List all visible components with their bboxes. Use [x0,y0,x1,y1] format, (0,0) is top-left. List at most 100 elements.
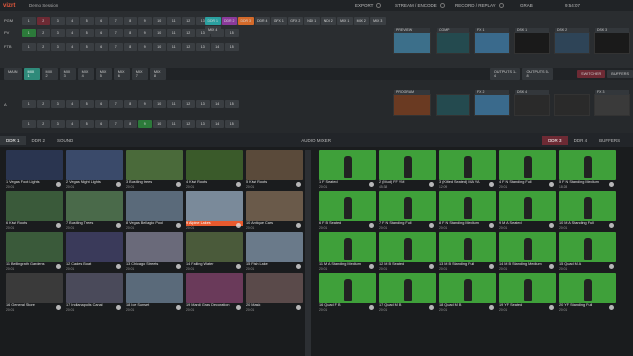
switcher-cell[interactable]: 5 [80,43,94,51]
media-thumbnail[interactable]: 19 Mardi Gras Decoration 20:01 [186,273,243,312]
play-icon[interactable] [116,305,121,310]
play-icon[interactable] [236,182,241,187]
play-icon[interactable] [56,182,61,187]
grab-button[interactable]: GRAB [520,3,533,8]
play-icon[interactable] [176,305,181,310]
media-thumbnail[interactable]: 20 Mask 20:01 [246,273,303,312]
switcher-cell[interactable]: 15 [225,43,239,51]
play-icon[interactable] [56,264,61,269]
mix-cell[interactable]: 15 [225,100,239,108]
play-icon[interactable] [369,182,374,187]
mix-cell[interactable]: 4 [65,100,79,108]
media-thumbnail[interactable]: 13 M B Standing Full 20:01 [439,232,496,271]
switcher-cell[interactable]: 6 [94,43,108,51]
switcher-cell[interactable]: 11 [167,17,181,25]
play-icon[interactable] [609,305,614,310]
play-icon[interactable] [56,305,61,310]
mix-cell[interactable]: 1 [22,100,36,108]
media-thumbnail[interactable]: 4 Kiwi Roots 20:01 [186,150,243,189]
play-icon[interactable] [369,264,374,269]
switcher-cell[interactable]: 6 [94,29,108,37]
switcher-cell[interactable]: 10 [152,29,166,37]
media-thumbnail[interactable]: 18 Quad M B 20:01 [439,273,496,312]
play-icon[interactable] [176,223,181,228]
play-icon[interactable] [296,182,301,187]
switcher-cell[interactable]: 3 [51,29,65,37]
switcher-cell[interactable]: 7 [109,17,123,25]
preview-monitor[interactable]: PREVIEW [393,28,431,54]
mix-tab[interactable]: MAIN [4,68,22,80]
mix-fx-monitor[interactable]: FX 2 [474,90,510,116]
ddr-cell[interactable]: DDR 1 [205,17,221,25]
play-icon[interactable] [609,182,614,187]
switcher-cell[interactable]: 1 [22,17,36,25]
media-thumbnail[interactable]: 10 M A Standing Full 20:01 [559,191,616,230]
mix-dsk3-monitor[interactable]: FX 3 [594,90,630,116]
switcher-cell[interactable]: 4 [65,43,79,51]
mix-cell[interactable]: 11 [167,100,181,108]
switcher-cell[interactable]: 1 [22,29,36,37]
media-thumbnail[interactable]: 18 Ice Sunset 20:01 [126,273,183,312]
mix-tab[interactable]: MIX 2 [41,68,58,80]
media-thumbnail[interactable]: 12 Cades Boat 20:01 [66,232,123,271]
play-icon[interactable] [116,223,121,228]
export-button[interactable]: EXPORT [355,3,382,8]
play-icon[interactable] [429,223,434,228]
play-icon[interactable] [369,223,374,228]
ddr-cell[interactable]: DDR 4 [254,17,270,25]
tab-ddr3[interactable]: DDR 3 [542,135,568,145]
mix-cell[interactable]: 12 [181,120,195,128]
play-icon[interactable] [116,182,121,187]
play-icon[interactable] [489,264,494,269]
switcher-cell[interactable]: 4 [65,17,79,25]
bin-scrollbar[interactable] [305,150,311,356]
mix-preview-monitor[interactable]: PROGRAM [393,90,431,116]
switcher-cell[interactable]: 10 [152,17,166,25]
ddr-cell[interactable]: MIX 2 [353,17,369,25]
play-icon[interactable] [429,305,434,310]
media-thumbnail[interactable]: 6 F B Seated 20:01 [319,191,376,230]
media-thumbnail[interactable]: 9 M A Seated 20:01 [499,191,556,230]
switcher-cell[interactable]: 9 [138,43,152,51]
media-thumbnail[interactable]: 10 Antique Cars 20:01 [246,191,303,230]
mix-dsk1-monitor[interactable]: DSK 4 [514,90,550,116]
mix-tab[interactable]: MIX 6 [113,68,130,80]
media-thumbnail[interactable]: 2 (Mud) FF YM 45:38 [379,150,436,189]
play-icon[interactable] [236,264,241,269]
ddr-cell[interactable]: MIX 4 [205,26,221,34]
mix-cell[interactable]: 10 [152,120,166,128]
play-icon[interactable] [549,182,554,187]
play-icon[interactable] [116,264,121,269]
media-thumbnail[interactable]: 17 Quad M B 20:01 [379,273,436,312]
media-thumbnail[interactable]: 5 F N Standing Medium 18:28 [559,150,616,189]
media-thumbnail[interactable]: 5 Kiwi Roots 20:01 [246,150,303,189]
play-icon[interactable] [236,305,241,310]
media-thumbnail[interactable]: 1 Vegas Foot Lights 20:01 [6,150,63,189]
mix-cell[interactable]: 2 [36,120,50,128]
media-thumbnail[interactable]: 14 Falling Water 20:01 [186,232,243,271]
mix-cell[interactable]: 7 [109,100,123,108]
dsk3-monitor[interactable]: DSK 3 [594,28,630,54]
switcher-cell[interactable]: 12 [181,17,195,25]
mix-cell[interactable]: 6 [94,120,108,128]
play-icon[interactable] [549,264,554,269]
mix-cell[interactable]: 8 [123,100,137,108]
switcher-cell[interactable]: 9 [138,17,152,25]
switcher-cell[interactable]: 11 [167,43,181,51]
buffers-tab[interactable]: BUFFERS [607,70,633,78]
tab-ddr4[interactable]: DDR 4 [568,138,594,143]
media-thumbnail[interactable]: 1 F Seated 20:01 [319,150,376,189]
play-icon[interactable] [296,223,301,228]
mix-cell[interactable]: 4 [65,120,79,128]
media-thumbnail[interactable]: 3 (Kilted Seated) MA YA 12:09 [439,150,496,189]
mix-cell[interactable]: 13 [196,120,210,128]
switcher-cell[interactable]: 2 [36,29,50,37]
record-button[interactable]: RECORD / REPLAY [455,3,504,8]
mix-tab[interactable]: MIX 3 [59,68,76,80]
switcher-cell[interactable]: 1 [22,43,36,51]
tab-ddr2[interactable]: DDR 2 [26,138,52,143]
switcher-cell[interactable]: 5 [80,29,94,37]
fx1-monitor[interactable]: FX 1 [474,28,510,54]
play-icon[interactable] [489,182,494,187]
dsk1-monitor[interactable]: DSK 1 [514,28,550,54]
